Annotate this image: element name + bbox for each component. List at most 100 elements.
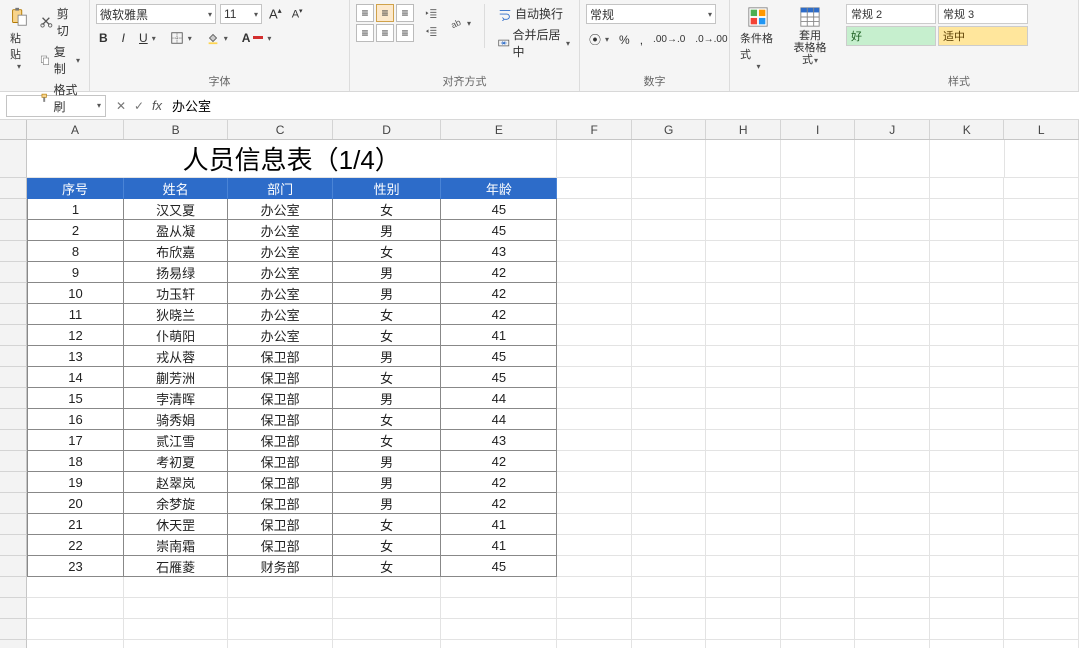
- row-header[interactable]: [0, 577, 27, 598]
- table-cell[interactable]: 22: [27, 535, 124, 556]
- table-cell[interactable]: 保卫部: [228, 388, 333, 409]
- table-cell[interactable]: 女: [333, 199, 441, 220]
- table-cell[interactable]: 1: [27, 199, 124, 220]
- row-header[interactable]: [0, 430, 27, 451]
- table-cell[interactable]: 汉又夏: [124, 199, 229, 220]
- cell[interactable]: [930, 241, 1005, 262]
- cell[interactable]: [781, 556, 856, 577]
- cell[interactable]: [706, 598, 781, 619]
- cell[interactable]: [124, 640, 229, 648]
- cell[interactable]: [632, 241, 707, 262]
- italic-button[interactable]: I: [119, 30, 128, 46]
- table-cell[interactable]: 男: [333, 493, 441, 514]
- table-cell[interactable]: 2: [27, 220, 124, 241]
- sheet-title[interactable]: 人员信息表（1/4）: [27, 140, 557, 178]
- row-header[interactable]: [0, 556, 27, 577]
- table-cell[interactable]: 41: [441, 535, 557, 556]
- table-header-cell[interactable]: 姓名: [124, 178, 229, 199]
- cell[interactable]: [855, 640, 930, 648]
- cell[interactable]: [1004, 619, 1079, 640]
- table-cell[interactable]: 狄晓兰: [124, 304, 229, 325]
- cell[interactable]: [781, 535, 856, 556]
- table-cell[interactable]: 女: [333, 367, 441, 388]
- cell[interactable]: [632, 430, 707, 451]
- table-cell[interactable]: 17: [27, 430, 124, 451]
- table-cell[interactable]: 女: [333, 556, 441, 577]
- cell[interactable]: [557, 556, 632, 577]
- cell[interactable]: [706, 283, 781, 304]
- cell[interactable]: [632, 178, 707, 199]
- cell[interactable]: [930, 178, 1005, 199]
- table-cell[interactable]: 19: [27, 472, 124, 493]
- cell[interactable]: [632, 640, 707, 648]
- cell[interactable]: [855, 514, 930, 535]
- currency-button[interactable]: ⦿▾: [586, 30, 612, 49]
- cell[interactable]: [557, 220, 632, 241]
- table-cell[interactable]: 余梦旋: [124, 493, 229, 514]
- cell[interactable]: [781, 283, 856, 304]
- cell[interactable]: [930, 388, 1005, 409]
- cell[interactable]: [27, 640, 124, 648]
- fill-color-button[interactable]: ▾: [203, 30, 231, 46]
- style-good[interactable]: 好: [846, 26, 936, 46]
- percent-button[interactable]: %: [616, 30, 633, 49]
- font-family-select[interactable]: 微软雅黑▾: [96, 4, 216, 24]
- cell[interactable]: [557, 241, 632, 262]
- table-cell[interactable]: 14: [27, 367, 124, 388]
- table-cell[interactable]: 12: [27, 325, 124, 346]
- cell[interactable]: [930, 556, 1005, 577]
- cell[interactable]: [632, 140, 707, 178]
- cell[interactable]: [1004, 178, 1079, 199]
- table-cell[interactable]: 财务部: [228, 556, 333, 577]
- cell[interactable]: [333, 640, 441, 648]
- cell[interactable]: [930, 346, 1005, 367]
- cell[interactable]: [781, 304, 856, 325]
- fx-button[interactable]: fx: [148, 95, 166, 117]
- cell[interactable]: [855, 430, 930, 451]
- cell[interactable]: [557, 598, 632, 619]
- cell[interactable]: [781, 199, 856, 220]
- cell[interactable]: [1004, 388, 1079, 409]
- table-cell[interactable]: 保卫部: [228, 472, 333, 493]
- cell[interactable]: [1004, 556, 1079, 577]
- cell[interactable]: [781, 140, 856, 178]
- table-cell[interactable]: 戎从蓉: [124, 346, 229, 367]
- cell[interactable]: [1004, 283, 1079, 304]
- merge-cells-button[interactable]: 合并后居中▾: [495, 25, 573, 61]
- cell[interactable]: [632, 598, 707, 619]
- table-cell[interactable]: 45: [441, 556, 557, 577]
- select-all-corner[interactable]: [0, 120, 27, 139]
- cell[interactable]: [930, 472, 1005, 493]
- row-header[interactable]: [0, 535, 27, 556]
- table-header-cell[interactable]: 年龄: [441, 178, 557, 199]
- table-cell[interactable]: 43: [441, 430, 557, 451]
- table-cell[interactable]: 15: [27, 388, 124, 409]
- table-cell[interactable]: 女: [333, 304, 441, 325]
- table-cell[interactable]: 办公室: [228, 241, 333, 262]
- cell[interactable]: [441, 640, 557, 648]
- cell[interactable]: [930, 304, 1005, 325]
- cell[interactable]: [1004, 304, 1079, 325]
- cell[interactable]: [1004, 346, 1079, 367]
- col-header-A[interactable]: A: [27, 120, 124, 139]
- table-cell[interactable]: 42: [441, 262, 557, 283]
- table-cell[interactable]: 保卫部: [228, 493, 333, 514]
- cell[interactable]: [855, 556, 930, 577]
- cell[interactable]: [632, 199, 707, 220]
- table-cell[interactable]: 女: [333, 241, 441, 262]
- cell[interactable]: [632, 409, 707, 430]
- cell[interactable]: [1004, 199, 1079, 220]
- col-header-F[interactable]: F: [557, 120, 632, 139]
- cell[interactable]: [930, 262, 1005, 283]
- table-cell[interactable]: 蒯芳洲: [124, 367, 229, 388]
- cell[interactable]: [930, 535, 1005, 556]
- table-cell[interactable]: 20: [27, 493, 124, 514]
- table-cell[interactable]: 女: [333, 430, 441, 451]
- col-header-H[interactable]: H: [706, 120, 781, 139]
- decrease-indent-button[interactable]: [422, 6, 442, 22]
- cell[interactable]: [930, 199, 1005, 220]
- cell[interactable]: [855, 409, 930, 430]
- cell[interactable]: [557, 640, 632, 648]
- table-format-button[interactable]: 套用 表格格式▾: [786, 4, 834, 69]
- table-cell[interactable]: 男: [333, 451, 441, 472]
